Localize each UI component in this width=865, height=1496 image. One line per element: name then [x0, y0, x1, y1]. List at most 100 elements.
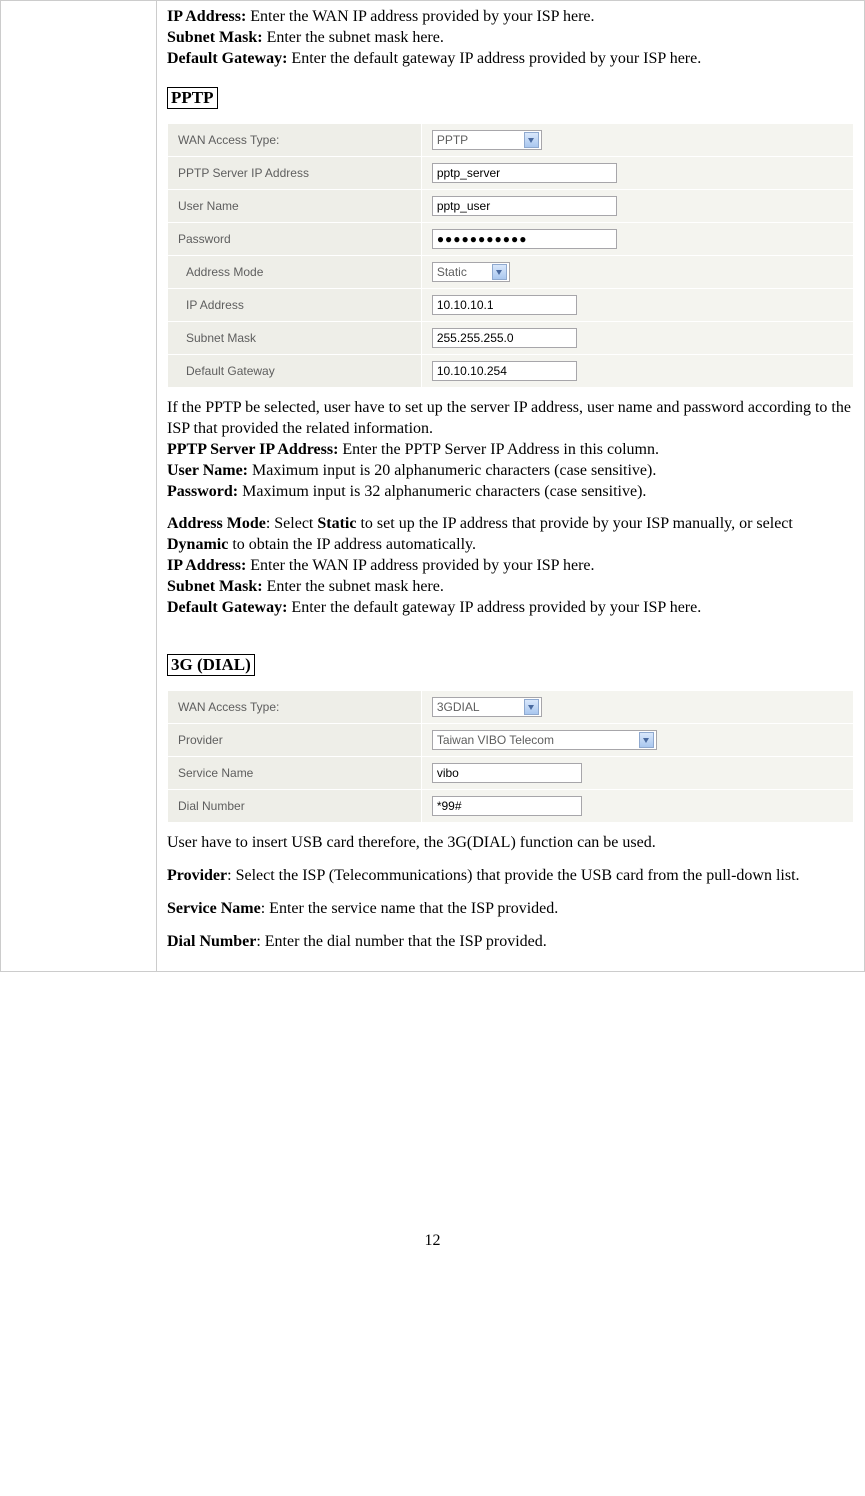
ip-address-field-cell: 10.10.10.1	[421, 289, 853, 322]
service-desc-label: Service Name	[167, 900, 261, 917]
gateway-label: Default Gateway:	[167, 50, 287, 67]
gateway-field-label: Default Gateway	[168, 355, 422, 388]
dial-wan-value-cell: 3GDIAL	[421, 691, 853, 724]
pptp-subnet-desc-text: Enter the subnet mask here.	[263, 578, 444, 595]
document-frame: IP Address: Enter the WAN IP address pro…	[0, 0, 865, 972]
gateway-desc: Enter the default gateway IP address pro…	[287, 50, 701, 67]
dial-wan-label: WAN Access Type:	[168, 691, 422, 724]
row-ip-address: IP Address 10.10.10.1	[168, 289, 854, 322]
left-sidebar-cell	[1, 1, 157, 972]
row-subnet: Subnet Mask 255.255.255.0	[168, 322, 854, 355]
address-mode-select[interactable]: Static	[432, 262, 510, 282]
password-desc-label: Password:	[167, 483, 238, 500]
dialnumber-value-cell: *99#	[421, 790, 853, 823]
provider-select[interactable]: Taiwan VIBO Telecom	[432, 730, 657, 750]
address-mode-desc-post: to obtain the IP address automatically.	[228, 536, 476, 553]
wan-access-label: WAN Access Type:	[168, 124, 422, 157]
pptp-server-input[interactable]: pptp_server	[432, 163, 617, 183]
row-gateway: Default Gateway 10.10.10.254	[168, 355, 854, 388]
pptp-settings-table: WAN Access Type: PPTP PPTP Server IP Add…	[167, 123, 854, 388]
address-mode-desc-mid: to set up the IP address that provide by…	[356, 515, 792, 532]
dialnumber-desc-text: : Enter the dial number that the ISP pro…	[256, 933, 546, 950]
username-label: User Name	[168, 190, 422, 223]
provider-select-text: Taiwan VIBO Telecom	[435, 733, 639, 747]
password-input[interactable]: ●●●●●●●●●●●	[432, 229, 617, 249]
subnet-desc: Enter the subnet mask here.	[263, 29, 444, 46]
wan-access-value-cell: PPTP	[421, 124, 853, 157]
subnet-field-label: Subnet Mask	[168, 322, 422, 355]
pptp-desc-paragraph-2: Address Mode: Select Static to set up th…	[167, 514, 854, 618]
address-mode-select-text: Static	[435, 265, 492, 279]
row-wan-access: WAN Access Type: PPTP	[168, 124, 854, 157]
dial-row-provider: Provider Taiwan VIBO Telecom	[168, 724, 854, 757]
pptp-ip-desc-text: Enter the WAN IP address provided by you…	[246, 557, 594, 574]
row-username: User Name pptp_user	[168, 190, 854, 223]
dial-row-dialnumber: Dial Number *99#	[168, 790, 854, 823]
provider-desc-paragraph: Provider: Select the ISP (Telecommunicat…	[167, 866, 854, 887]
dial-row-service: Service Name vibo	[168, 757, 854, 790]
username-desc-text: Maximum input is 20 alphanumeric charact…	[248, 462, 656, 479]
chevron-down-icon	[492, 264, 507, 280]
gateway-field-cell: 10.10.10.254	[421, 355, 853, 388]
dialnumber-input[interactable]: *99#	[432, 796, 582, 816]
dynamic-word: Dynamic	[167, 536, 228, 553]
pptp-server-label: PPTP Server IP Address	[168, 157, 422, 190]
service-desc-text: : Enter the service name that the ISP pr…	[261, 900, 559, 917]
service-value-cell: vibo	[421, 757, 853, 790]
service-desc-paragraph: Service Name: Enter the service name tha…	[167, 899, 854, 920]
chevron-down-icon	[524, 699, 539, 715]
dial-wan-select[interactable]: 3GDIAL	[432, 697, 542, 717]
chevron-down-icon	[639, 732, 654, 748]
chevron-down-icon	[524, 132, 539, 148]
service-input[interactable]: vibo	[432, 763, 582, 783]
3g-dial-heading: 3G (DIAL)	[167, 654, 255, 676]
password-label: Password	[168, 223, 422, 256]
pptp-gateway-desc-text: Enter the default gateway IP address pro…	[287, 599, 701, 616]
address-mode-value-cell: Static	[421, 256, 853, 289]
dialnumber-desc-paragraph: Dial Number: Enter the dial number that …	[167, 932, 854, 953]
dialnumber-label: Dial Number	[168, 790, 422, 823]
subnet-label: Subnet Mask:	[167, 29, 263, 46]
password-desc-text: Maximum input is 32 alphanumeric charact…	[238, 483, 646, 500]
pptp-heading: PPTP	[167, 87, 218, 109]
page-number: 12	[0, 1232, 865, 1250]
provider-desc-label: Provider	[167, 867, 227, 884]
address-mode-desc-pre: : Select	[266, 515, 318, 532]
username-desc-label: User Name:	[167, 462, 248, 479]
address-mode-label: Address Mode	[168, 256, 422, 289]
intro-paragraph: IP Address: Enter the WAN IP address pro…	[167, 7, 854, 69]
row-password: Password ●●●●●●●●●●●	[168, 223, 854, 256]
dial-wan-select-text: 3GDIAL	[435, 700, 524, 714]
ip-address-input[interactable]: 10.10.10.1	[432, 295, 577, 315]
pptp-intro-text: If the PPTP be selected, user have to se…	[167, 399, 851, 437]
content-cell: IP Address: Enter the WAN IP address pro…	[157, 1, 865, 972]
password-value-cell: ●●●●●●●●●●●	[421, 223, 853, 256]
ip-address-field-label: IP Address	[168, 289, 422, 322]
wan-access-select-text: PPTP	[435, 133, 524, 147]
static-word: Static	[317, 515, 356, 532]
pptp-ip-desc-label: IP Address:	[167, 557, 246, 574]
row-address-mode: Address Mode Static	[168, 256, 854, 289]
wan-access-select[interactable]: PPTP	[432, 130, 542, 150]
username-input[interactable]: pptp_user	[432, 196, 617, 216]
provider-desc-text: : Select the ISP (Telecommunications) th…	[227, 867, 799, 884]
ip-address-desc: Enter the WAN IP address provided by you…	[246, 8, 594, 25]
ip-address-label: IP Address:	[167, 8, 246, 25]
dial-intro-paragraph: User have to insert USB card therefore, …	[167, 833, 854, 854]
pptp-server-value-cell: pptp_server	[421, 157, 853, 190]
gateway-input[interactable]: 10.10.10.254	[432, 361, 577, 381]
pptp-subnet-desc-label: Subnet Mask:	[167, 578, 263, 595]
provider-value-cell: Taiwan VIBO Telecom	[421, 724, 853, 757]
service-label: Service Name	[168, 757, 422, 790]
subnet-field-cell: 255.255.255.0	[421, 322, 853, 355]
subnet-input[interactable]: 255.255.255.0	[432, 328, 577, 348]
pptp-desc-paragraph-1: If the PPTP be selected, user have to se…	[167, 398, 854, 502]
dial-row-wan-access: WAN Access Type: 3GDIAL	[168, 691, 854, 724]
pptp-gateway-desc-label: Default Gateway:	[167, 599, 287, 616]
pptp-server-desc-label: PPTP Server IP Address:	[167, 441, 338, 458]
row-pptp-server: PPTP Server IP Address pptp_server	[168, 157, 854, 190]
address-mode-desc-label: Address Mode	[167, 515, 266, 532]
pptp-server-desc-text: Enter the PPTP Server IP Address in this…	[338, 441, 659, 458]
dial-settings-table: WAN Access Type: 3GDIAL Provider Taiwan …	[167, 690, 854, 823]
provider-label: Provider	[168, 724, 422, 757]
